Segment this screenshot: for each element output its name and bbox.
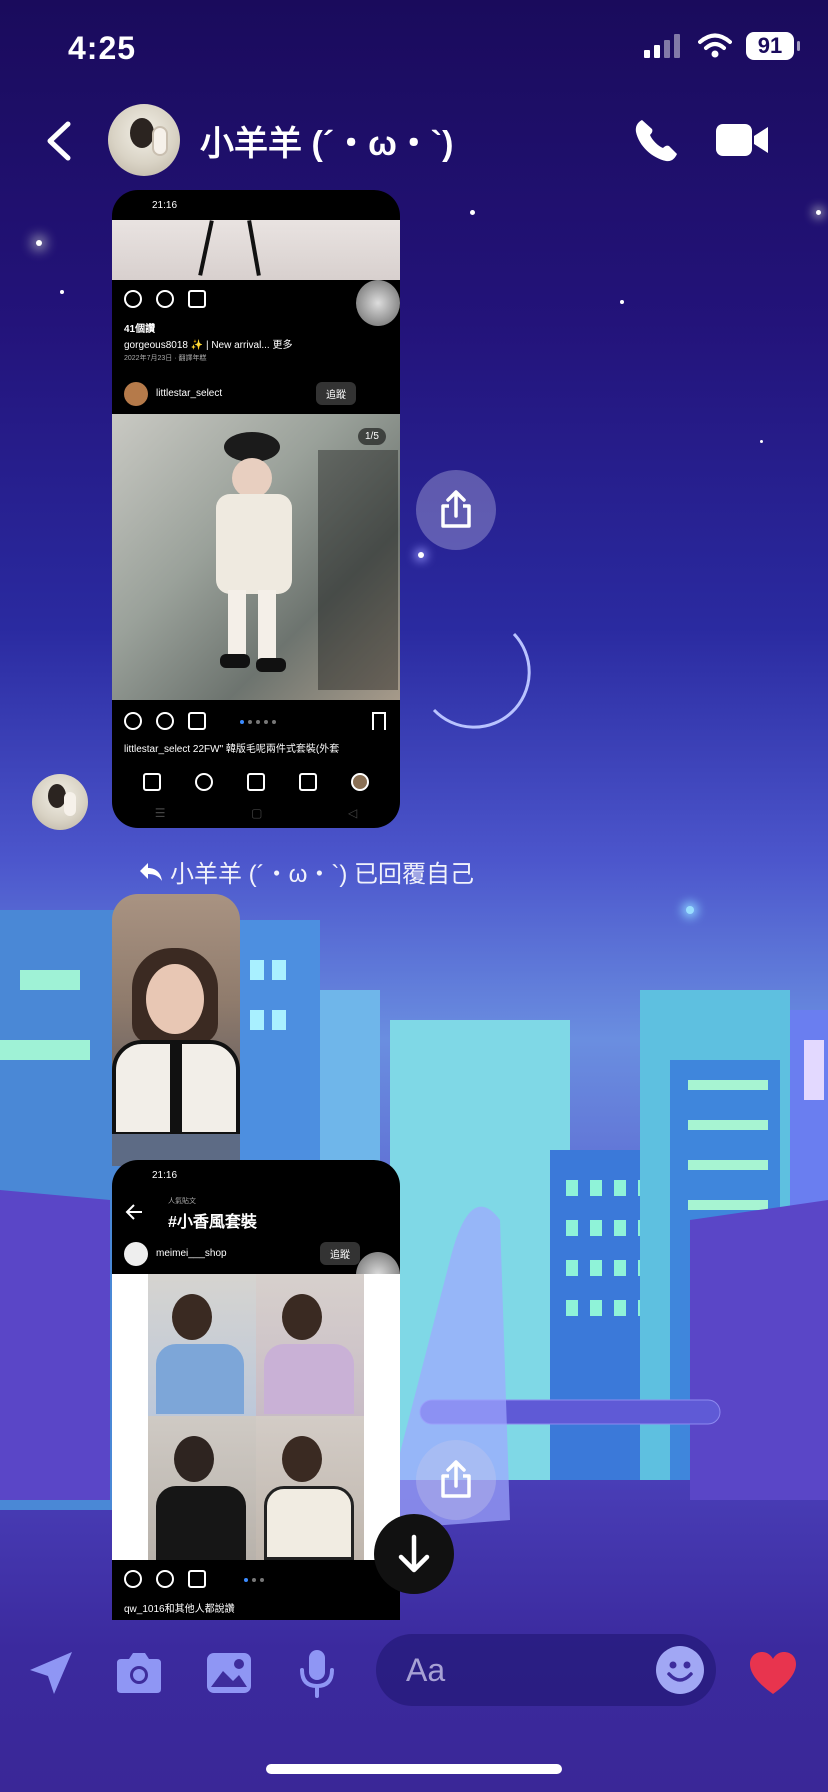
contact-avatar[interactable] [108,104,180,176]
post-action-icons [124,1570,206,1588]
status-indicators: 91 [644,32,800,60]
message-composer [0,1628,828,1718]
video-call-button[interactable] [714,116,770,166]
moon-decoration [432,632,531,729]
shared-screenshot-message-2[interactable]: 21:16 人氣貼文 #小香風套裝 meimei___shop 追蹤 qw_10… [112,1160,400,1620]
like-icon[interactable] [124,1570,142,1588]
camera-icon [117,1653,161,1693]
microphone-icon [300,1650,334,1698]
screenshot-post-image-top [112,220,400,280]
share-upload-icon [441,1460,471,1498]
photo-message[interactable] [112,894,240,1166]
star-decoration [816,210,821,215]
location-button[interactable] [24,1646,78,1700]
gallery-icon [207,1653,251,1693]
screenshot-status-bar: 21:16 [112,1160,400,1190]
star-decoration [760,440,763,443]
post-date: 2022年7月23日 · 翻譯年糕 [124,355,207,362]
comment-icon[interactable] [156,290,174,308]
follow-button[interactable]: 追蹤 [316,382,356,405]
post-caption-2: littlestar_select 22FW" 韓版毛呢兩件式套裝(外套 [124,744,340,755]
account-avatar [124,1242,148,1266]
avatar-bunny [64,792,76,816]
bookmark-icon[interactable] [372,712,386,730]
share-icon[interactable] [188,712,206,730]
follow-button[interactable]: 追蹤 [320,1242,360,1265]
carousel-dots [240,720,276,724]
post-photo-grid [112,1274,400,1560]
camera-button[interactable] [112,1646,166,1700]
status-bar: 4:25 91 [0,0,828,100]
heart-icon [750,1652,796,1694]
hashtag-subtitle: 人氣貼文 [168,1198,196,1205]
avatar-bunny [152,126,168,156]
reply-label-text: 小羊羊 (´・ω・`) 已回覆自己 [170,861,475,888]
profile-icon[interactable] [351,773,369,791]
share-button-2[interactable] [416,1440,496,1520]
status-time: 4:25 [68,30,137,66]
account-name: meimei___shop [156,1248,227,1259]
microphone-button[interactable] [290,1646,344,1700]
sticker-avatar [356,280,400,326]
account-name: littlestar_select [156,388,223,399]
contact-name[interactable]: 小羊羊 (´・ω・`) [200,116,453,165]
battery-indicator: 91 [746,32,800,60]
like-icon[interactable] [124,290,142,308]
screenshot-time: 21:16 [152,1170,178,1181]
post-caption: gorgeous8018 ✨ | New arrival... 更多 [124,340,293,351]
chat-header: 小羊羊 (´・ω・`) [0,100,828,180]
home-icon[interactable] [143,773,161,791]
avatar-figure [130,118,154,148]
search-icon[interactable] [195,773,213,791]
share-button[interactable] [416,470,496,550]
star-decoration [620,300,624,304]
gallery-button[interactable] [202,1646,256,1700]
screenshot-status-bar: 21:16 [112,190,400,220]
location-arrow-icon [30,1652,72,1694]
home-nav-icon: ▢ [251,806,263,820]
sender-avatar[interactable] [32,774,88,830]
share-icon[interactable] [188,290,206,308]
star-decoration [36,240,42,246]
hashtag-title: #小香風套裝 [168,1214,257,1231]
emoji-icon [667,1661,693,1682]
phone-call-button[interactable] [630,114,682,166]
reply-arrow-icon [140,862,162,881]
star-decoration [418,552,424,558]
screenshot-back-icon [125,1204,142,1220]
like-icon[interactable] [124,712,142,730]
photo-counter: 1/5 [358,428,386,445]
wifi-icon [698,33,732,58]
carousel-dots [244,1578,264,1582]
star-decoration [470,210,475,215]
post-action-icons-2 [124,712,206,730]
back-nav-icon: ◁ [347,806,358,820]
shared-screenshot-message[interactable]: 21:16 41個讚 gorgeous8018 ✨ | New arrival.… [112,190,400,828]
android-nav-bar: ☰ ▢ ◁ [112,802,400,824]
scroll-to-bottom-button[interactable] [374,1514,454,1594]
reply-label: 小羊羊 (´・ω・`) 已回覆自己 [138,854,474,889]
post-photo: 1/5 [112,414,400,700]
signal-icon [644,34,680,58]
likes-line: qw_1016和其他人都說讚 [124,1604,235,1615]
bottom-nav [112,762,400,802]
share-icon[interactable] [188,1570,206,1588]
emoji-button[interactable] [656,1646,704,1694]
star-decoration [60,290,64,294]
shop-icon[interactable] [299,773,317,791]
share-upload-icon [441,490,471,528]
account-avatar [124,382,148,406]
like-heart-button[interactable] [746,1646,800,1700]
likes-count: 41個讚 [124,324,156,335]
post-action-icons [124,290,206,308]
screenshot-time: 21:16 [152,200,178,211]
home-indicator [266,1764,562,1774]
arrow-down-icon [398,1534,430,1573]
menu-nav-icon: ☰ [154,806,166,820]
reels-icon[interactable] [247,773,265,791]
back-button[interactable] [36,116,86,166]
comment-icon[interactable] [156,712,174,730]
comment-icon[interactable] [156,1570,174,1588]
